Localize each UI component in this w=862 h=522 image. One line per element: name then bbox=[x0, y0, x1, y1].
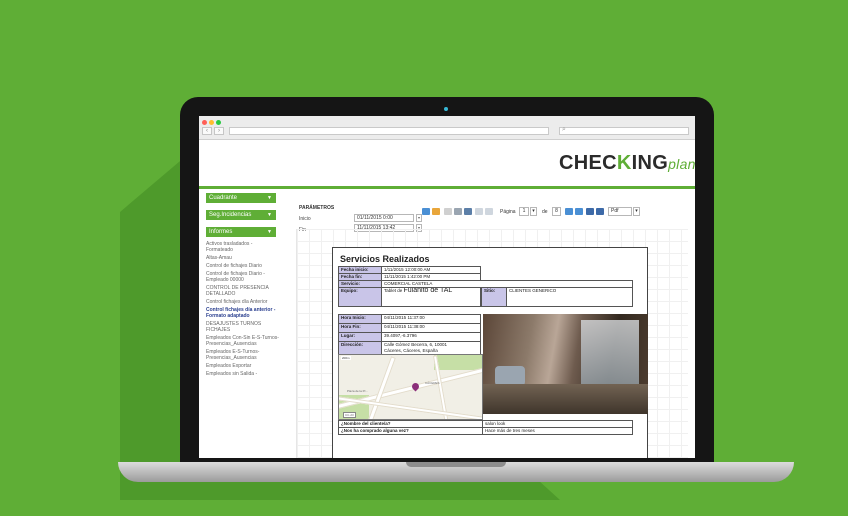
sidewalk bbox=[483, 384, 648, 414]
print-icon[interactable] bbox=[454, 208, 462, 215]
edit-icon[interactable] bbox=[444, 208, 452, 215]
logo-text-plan: plan bbox=[668, 156, 695, 172]
map-road-badge: CC-23 bbox=[343, 412, 356, 418]
site-photo[interactable] bbox=[483, 314, 648, 414]
laptop-bezel: ‹ › ⌕ CHECKINGplan Cuadrante ▼ Seg.Incid… bbox=[180, 97, 714, 462]
sidebar-item[interactable]: CONTROL DE PRESENCIA DETALLADO bbox=[206, 285, 280, 297]
browser-toolbar: ‹ › ⌕ bbox=[199, 116, 695, 140]
report-page: Servicios Realizados Fecha inicio: 1/11/… bbox=[332, 247, 648, 458]
sidebar-item[interactable]: Altas-Amau bbox=[206, 255, 280, 261]
sidebar-item[interactable]: Activos trasladados - Formateado bbox=[206, 241, 280, 253]
previous-page-icon[interactable] bbox=[485, 208, 493, 215]
app-logo: CHECKINGplan bbox=[559, 152, 695, 175]
sidebar-section-informes[interactable]: Informes ▼ bbox=[206, 227, 276, 237]
map-park bbox=[434, 355, 482, 370]
sidebar-section-seg-incidencias[interactable]: Seg.Incidencias ▼ bbox=[206, 210, 276, 220]
question-answer: Hace más de tres meses bbox=[482, 427, 633, 435]
back-icon[interactable]: ‹ bbox=[202, 127, 212, 135]
page-label: Página bbox=[500, 209, 516, 215]
inicio-date-field[interactable]: 01/11/2015 0:00 bbox=[354, 214, 414, 222]
equipo-prefix: Tablet de bbox=[384, 288, 403, 293]
format-dropdown-icon[interactable]: ▾ bbox=[633, 207, 640, 216]
search-icon: ⌕ bbox=[562, 126, 566, 133]
inicio-label: Inicio bbox=[299, 216, 311, 222]
report-title: Servicios Realizados bbox=[340, 254, 430, 264]
sidebar-item[interactable]: Empleados Con-Sin E-S-Turnos-Presencias_… bbox=[206, 335, 280, 347]
chevron-down-icon: ▼ bbox=[267, 229, 272, 235]
map-label: CÁCERES bbox=[425, 381, 440, 385]
header-divider bbox=[199, 186, 695, 189]
chevron-down-icon: ▼ bbox=[267, 195, 272, 201]
print-setup-icon[interactable] bbox=[464, 208, 472, 215]
logo-text-part1: CHEC bbox=[559, 152, 617, 174]
sidebar-item[interactable]: Empleados sin Salida - bbox=[206, 371, 280, 377]
page-dropdown-icon[interactable]: ▾ bbox=[530, 207, 537, 216]
sidebar-section-label: Cuadrante bbox=[209, 195, 238, 201]
save-icon[interactable] bbox=[586, 208, 594, 215]
export-format-select[interactable]: Pdf bbox=[608, 207, 632, 216]
sidebar-item[interactable]: Control de fichajes Diario - Empleado 00… bbox=[206, 271, 280, 283]
close-window-icon[interactable] bbox=[202, 120, 207, 125]
location-map[interactable]: 200m CÁCERES Plaza de la Pr... CC-23 bbox=[338, 354, 483, 420]
sidebar-report-list: Activos trasladados - Formateado Altas-A… bbox=[206, 241, 280, 379]
camera-icon bbox=[444, 107, 448, 111]
equipo-name: Fulanito de TAL bbox=[403, 287, 453, 294]
chevron-down-icon: ▼ bbox=[267, 212, 272, 218]
browser-search-bar[interactable]: ⌕ bbox=[559, 126, 689, 135]
sidebar-item[interactable]: Control fichajes día Anterior bbox=[206, 299, 280, 305]
sidebar-item[interactable]: DESAJUSTES TURNOS FICHAJES bbox=[206, 321, 280, 333]
export-icon[interactable] bbox=[596, 208, 604, 215]
page-of-label: de bbox=[542, 209, 548, 215]
parked-car bbox=[495, 366, 525, 386]
direccion-label: Dirección: bbox=[338, 341, 382, 355]
sitio-label: Sitio: bbox=[481, 287, 507, 307]
sidebar-item-active[interactable]: Control fichajes día anterior - Formato … bbox=[206, 307, 280, 319]
maximize-window-icon[interactable] bbox=[216, 120, 221, 125]
minimize-window-icon[interactable] bbox=[209, 120, 214, 125]
logo-text-check: K bbox=[616, 152, 632, 174]
next-page-icon[interactable] bbox=[565, 208, 573, 215]
view-report-icon[interactable] bbox=[422, 208, 430, 215]
map-scale: 200m bbox=[341, 356, 351, 360]
laptop-screen: ‹ › ⌕ CHECKINGplan Cuadrante ▼ Seg.Incid… bbox=[199, 116, 695, 458]
page-number-field[interactable]: 1 bbox=[519, 207, 529, 216]
sidebar-section-label: Informes bbox=[209, 229, 233, 235]
sidebar-section-cuadrante[interactable]: Cuadrante ▼ bbox=[206, 193, 276, 203]
address-bar[interactable] bbox=[229, 127, 549, 135]
direccion-cell: Calle Gómez Becerra, 6, 10001 Cáceres, C… bbox=[381, 341, 481, 355]
laptop-notch bbox=[406, 462, 506, 467]
total-pages: 8 bbox=[552, 207, 561, 216]
logo-text-part3: ING bbox=[631, 152, 669, 174]
first-page-icon[interactable] bbox=[475, 208, 483, 215]
map-label: Plaza de la Pr... bbox=[347, 389, 369, 393]
equipo-label: Equipo: bbox=[338, 287, 382, 307]
equipo-cell: Tablet de Fulanito de TAL bbox=[381, 287, 481, 307]
shop-window bbox=[581, 320, 639, 394]
sidebar-item[interactable]: Control de fichajes Diario bbox=[206, 263, 280, 269]
sitio-value: CLIENTES GENERICO bbox=[506, 287, 633, 307]
sidebar-item[interactable]: Empleados E-S-Turnos-Presencias_Ausencia… bbox=[206, 349, 280, 361]
map-road bbox=[367, 356, 396, 419]
open-folder-icon[interactable] bbox=[432, 208, 440, 215]
forward-icon[interactable]: › bbox=[214, 127, 224, 135]
map-road bbox=[339, 364, 482, 411]
sidebar-item[interactable]: Empleados Exportar bbox=[206, 363, 280, 369]
report-toolbar: Página 1 ▾ de 8 Pdf ▾ bbox=[422, 206, 662, 218]
sidebar-section-label: Seg.Incidencias bbox=[209, 212, 252, 218]
last-page-icon[interactable] bbox=[575, 208, 583, 215]
question-label: ¿Nos ha comprado alguna vez? bbox=[338, 427, 483, 435]
parameters-title: PARÁMETROS bbox=[299, 205, 335, 211]
